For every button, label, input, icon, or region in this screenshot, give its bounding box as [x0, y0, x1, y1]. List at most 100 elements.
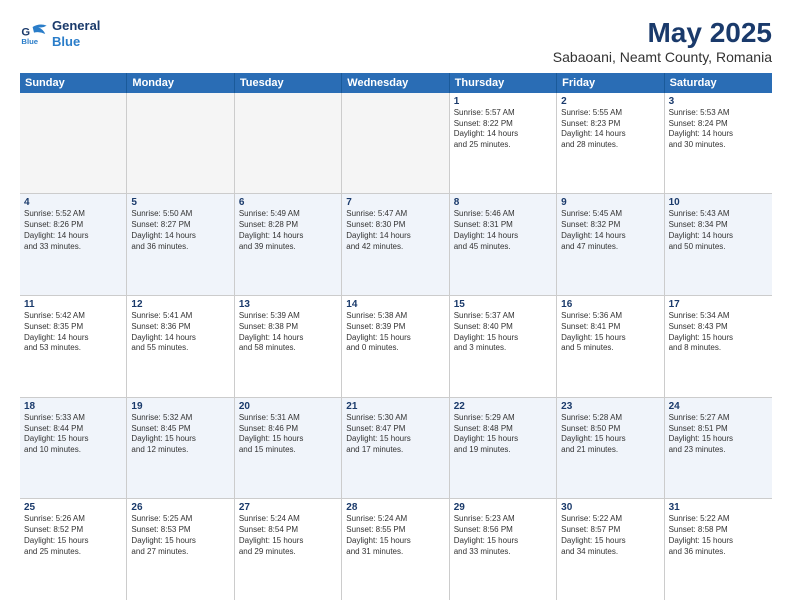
- day-number: 29: [454, 502, 552, 513]
- day-number: 6: [239, 197, 337, 208]
- header-day-thursday: Thursday: [450, 73, 557, 93]
- day-number: 5: [131, 197, 229, 208]
- cal-cell-2-0: 11Sunrise: 5:42 AM Sunset: 8:35 PM Dayli…: [20, 296, 127, 397]
- cell-info: Sunrise: 5:36 AM Sunset: 8:41 PM Dayligh…: [561, 311, 659, 354]
- cell-info: Sunrise: 5:52 AM Sunset: 8:26 PM Dayligh…: [24, 209, 122, 252]
- cell-info: Sunrise: 5:33 AM Sunset: 8:44 PM Dayligh…: [24, 413, 122, 456]
- cal-cell-2-3: 14Sunrise: 5:38 AM Sunset: 8:39 PM Dayli…: [342, 296, 449, 397]
- header-day-wednesday: Wednesday: [342, 73, 449, 93]
- day-number: 20: [239, 401, 337, 412]
- cell-info: Sunrise: 5:37 AM Sunset: 8:40 PM Dayligh…: [454, 311, 552, 354]
- day-number: 31: [669, 502, 768, 513]
- cal-cell-4-0: 25Sunrise: 5:26 AM Sunset: 8:52 PM Dayli…: [20, 499, 127, 600]
- calendar-header: SundayMondayTuesdayWednesdayThursdayFrid…: [20, 73, 772, 93]
- cal-cell-0-6: 3Sunrise: 5:53 AM Sunset: 8:24 PM Daylig…: [665, 93, 772, 194]
- calendar-row-2: 11Sunrise: 5:42 AM Sunset: 8:35 PM Dayli…: [20, 296, 772, 398]
- day-number: 17: [669, 299, 768, 310]
- day-number: 2: [561, 96, 659, 107]
- day-number: 9: [561, 197, 659, 208]
- cal-cell-0-0: [20, 93, 127, 194]
- cell-info: Sunrise: 5:43 AM Sunset: 8:34 PM Dayligh…: [669, 209, 768, 252]
- cal-cell-4-5: 30Sunrise: 5:22 AM Sunset: 8:57 PM Dayli…: [557, 499, 664, 600]
- svg-text:Blue: Blue: [21, 36, 38, 45]
- cal-cell-1-3: 7Sunrise: 5:47 AM Sunset: 8:30 PM Daylig…: [342, 194, 449, 295]
- cell-info: Sunrise: 5:41 AM Sunset: 8:36 PM Dayligh…: [131, 311, 229, 354]
- calendar-body: 1Sunrise: 5:57 AM Sunset: 8:22 PM Daylig…: [20, 93, 772, 600]
- cell-info: Sunrise: 5:53 AM Sunset: 8:24 PM Dayligh…: [669, 108, 768, 151]
- cell-info: Sunrise: 5:49 AM Sunset: 8:28 PM Dayligh…: [239, 209, 337, 252]
- cal-cell-1-6: 10Sunrise: 5:43 AM Sunset: 8:34 PM Dayli…: [665, 194, 772, 295]
- day-number: 7: [346, 197, 444, 208]
- cal-cell-2-6: 17Sunrise: 5:34 AM Sunset: 8:43 PM Dayli…: [665, 296, 772, 397]
- header: G Blue General Blue May 2025 Sabaoani, N…: [20, 18, 772, 65]
- day-number: 28: [346, 502, 444, 513]
- cell-info: Sunrise: 5:28 AM Sunset: 8:50 PM Dayligh…: [561, 413, 659, 456]
- logo: G Blue General Blue: [20, 18, 100, 49]
- day-number: 11: [24, 299, 122, 310]
- cell-info: Sunrise: 5:55 AM Sunset: 8:23 PM Dayligh…: [561, 108, 659, 151]
- cal-cell-3-6: 24Sunrise: 5:27 AM Sunset: 8:51 PM Dayli…: [665, 398, 772, 499]
- cell-info: Sunrise: 5:22 AM Sunset: 8:57 PM Dayligh…: [561, 514, 659, 557]
- day-number: 3: [669, 96, 768, 107]
- header-day-tuesday: Tuesday: [235, 73, 342, 93]
- cell-info: Sunrise: 5:34 AM Sunset: 8:43 PM Dayligh…: [669, 311, 768, 354]
- cal-cell-0-1: [127, 93, 234, 194]
- day-number: 13: [239, 299, 337, 310]
- day-number: 22: [454, 401, 552, 412]
- day-number: 12: [131, 299, 229, 310]
- cal-cell-1-0: 4Sunrise: 5:52 AM Sunset: 8:26 PM Daylig…: [20, 194, 127, 295]
- day-number: 1: [454, 96, 552, 107]
- cal-cell-3-5: 23Sunrise: 5:28 AM Sunset: 8:50 PM Dayli…: [557, 398, 664, 499]
- cal-cell-4-3: 28Sunrise: 5:24 AM Sunset: 8:55 PM Dayli…: [342, 499, 449, 600]
- cal-cell-0-5: 2Sunrise: 5:55 AM Sunset: 8:23 PM Daylig…: [557, 93, 664, 194]
- cell-info: Sunrise: 5:42 AM Sunset: 8:35 PM Dayligh…: [24, 311, 122, 354]
- day-number: 23: [561, 401, 659, 412]
- day-number: 8: [454, 197, 552, 208]
- cal-cell-3-1: 19Sunrise: 5:32 AM Sunset: 8:45 PM Dayli…: [127, 398, 234, 499]
- cal-cell-1-5: 9Sunrise: 5:45 AM Sunset: 8:32 PM Daylig…: [557, 194, 664, 295]
- cal-cell-3-4: 22Sunrise: 5:29 AM Sunset: 8:48 PM Dayli…: [450, 398, 557, 499]
- cell-info: Sunrise: 5:47 AM Sunset: 8:30 PM Dayligh…: [346, 209, 444, 252]
- logo-icon: G Blue: [20, 20, 48, 48]
- day-number: 10: [669, 197, 768, 208]
- day-number: 26: [131, 502, 229, 513]
- cell-info: Sunrise: 5:24 AM Sunset: 8:55 PM Dayligh…: [346, 514, 444, 557]
- cal-cell-1-2: 6Sunrise: 5:49 AM Sunset: 8:28 PM Daylig…: [235, 194, 342, 295]
- cell-info: Sunrise: 5:25 AM Sunset: 8:53 PM Dayligh…: [131, 514, 229, 557]
- cal-cell-2-4: 15Sunrise: 5:37 AM Sunset: 8:40 PM Dayli…: [450, 296, 557, 397]
- header-day-friday: Friday: [557, 73, 664, 93]
- page: G Blue General Blue May 2025 Sabaoani, N…: [0, 0, 792, 612]
- calendar: SundayMondayTuesdayWednesdayThursdayFrid…: [20, 73, 772, 600]
- cell-info: Sunrise: 5:57 AM Sunset: 8:22 PM Dayligh…: [454, 108, 552, 151]
- cal-cell-1-4: 8Sunrise: 5:46 AM Sunset: 8:31 PM Daylig…: [450, 194, 557, 295]
- cell-info: Sunrise: 5:46 AM Sunset: 8:31 PM Dayligh…: [454, 209, 552, 252]
- calendar-row-0: 1Sunrise: 5:57 AM Sunset: 8:22 PM Daylig…: [20, 93, 772, 195]
- cal-cell-0-3: [342, 93, 449, 194]
- logo-text: General Blue: [52, 18, 100, 49]
- cal-cell-0-2: [235, 93, 342, 194]
- cal-cell-4-6: 31Sunrise: 5:22 AM Sunset: 8:58 PM Dayli…: [665, 499, 772, 600]
- cell-info: Sunrise: 5:45 AM Sunset: 8:32 PM Dayligh…: [561, 209, 659, 252]
- cal-cell-4-2: 27Sunrise: 5:24 AM Sunset: 8:54 PM Dayli…: [235, 499, 342, 600]
- cell-info: Sunrise: 5:24 AM Sunset: 8:54 PM Dayligh…: [239, 514, 337, 557]
- cell-info: Sunrise: 5:27 AM Sunset: 8:51 PM Dayligh…: [669, 413, 768, 456]
- cal-cell-3-3: 21Sunrise: 5:30 AM Sunset: 8:47 PM Dayli…: [342, 398, 449, 499]
- title-block: May 2025 Sabaoani, Neamt County, Romania: [553, 18, 772, 65]
- logo-line1: General: [52, 18, 100, 34]
- day-number: 16: [561, 299, 659, 310]
- calendar-row-1: 4Sunrise: 5:52 AM Sunset: 8:26 PM Daylig…: [20, 194, 772, 296]
- cell-info: Sunrise: 5:30 AM Sunset: 8:47 PM Dayligh…: [346, 413, 444, 456]
- cell-info: Sunrise: 5:23 AM Sunset: 8:56 PM Dayligh…: [454, 514, 552, 557]
- header-day-saturday: Saturday: [665, 73, 772, 93]
- header-day-sunday: Sunday: [20, 73, 127, 93]
- cal-cell-2-2: 13Sunrise: 5:39 AM Sunset: 8:38 PM Dayli…: [235, 296, 342, 397]
- day-number: 30: [561, 502, 659, 513]
- cell-info: Sunrise: 5:29 AM Sunset: 8:48 PM Dayligh…: [454, 413, 552, 456]
- day-number: 18: [24, 401, 122, 412]
- subtitle: Sabaoani, Neamt County, Romania: [553, 49, 772, 65]
- cell-info: Sunrise: 5:39 AM Sunset: 8:38 PM Dayligh…: [239, 311, 337, 354]
- day-number: 4: [24, 197, 122, 208]
- cell-info: Sunrise: 5:38 AM Sunset: 8:39 PM Dayligh…: [346, 311, 444, 354]
- logo-line2: Blue: [52, 34, 100, 50]
- cal-cell-3-0: 18Sunrise: 5:33 AM Sunset: 8:44 PM Dayli…: [20, 398, 127, 499]
